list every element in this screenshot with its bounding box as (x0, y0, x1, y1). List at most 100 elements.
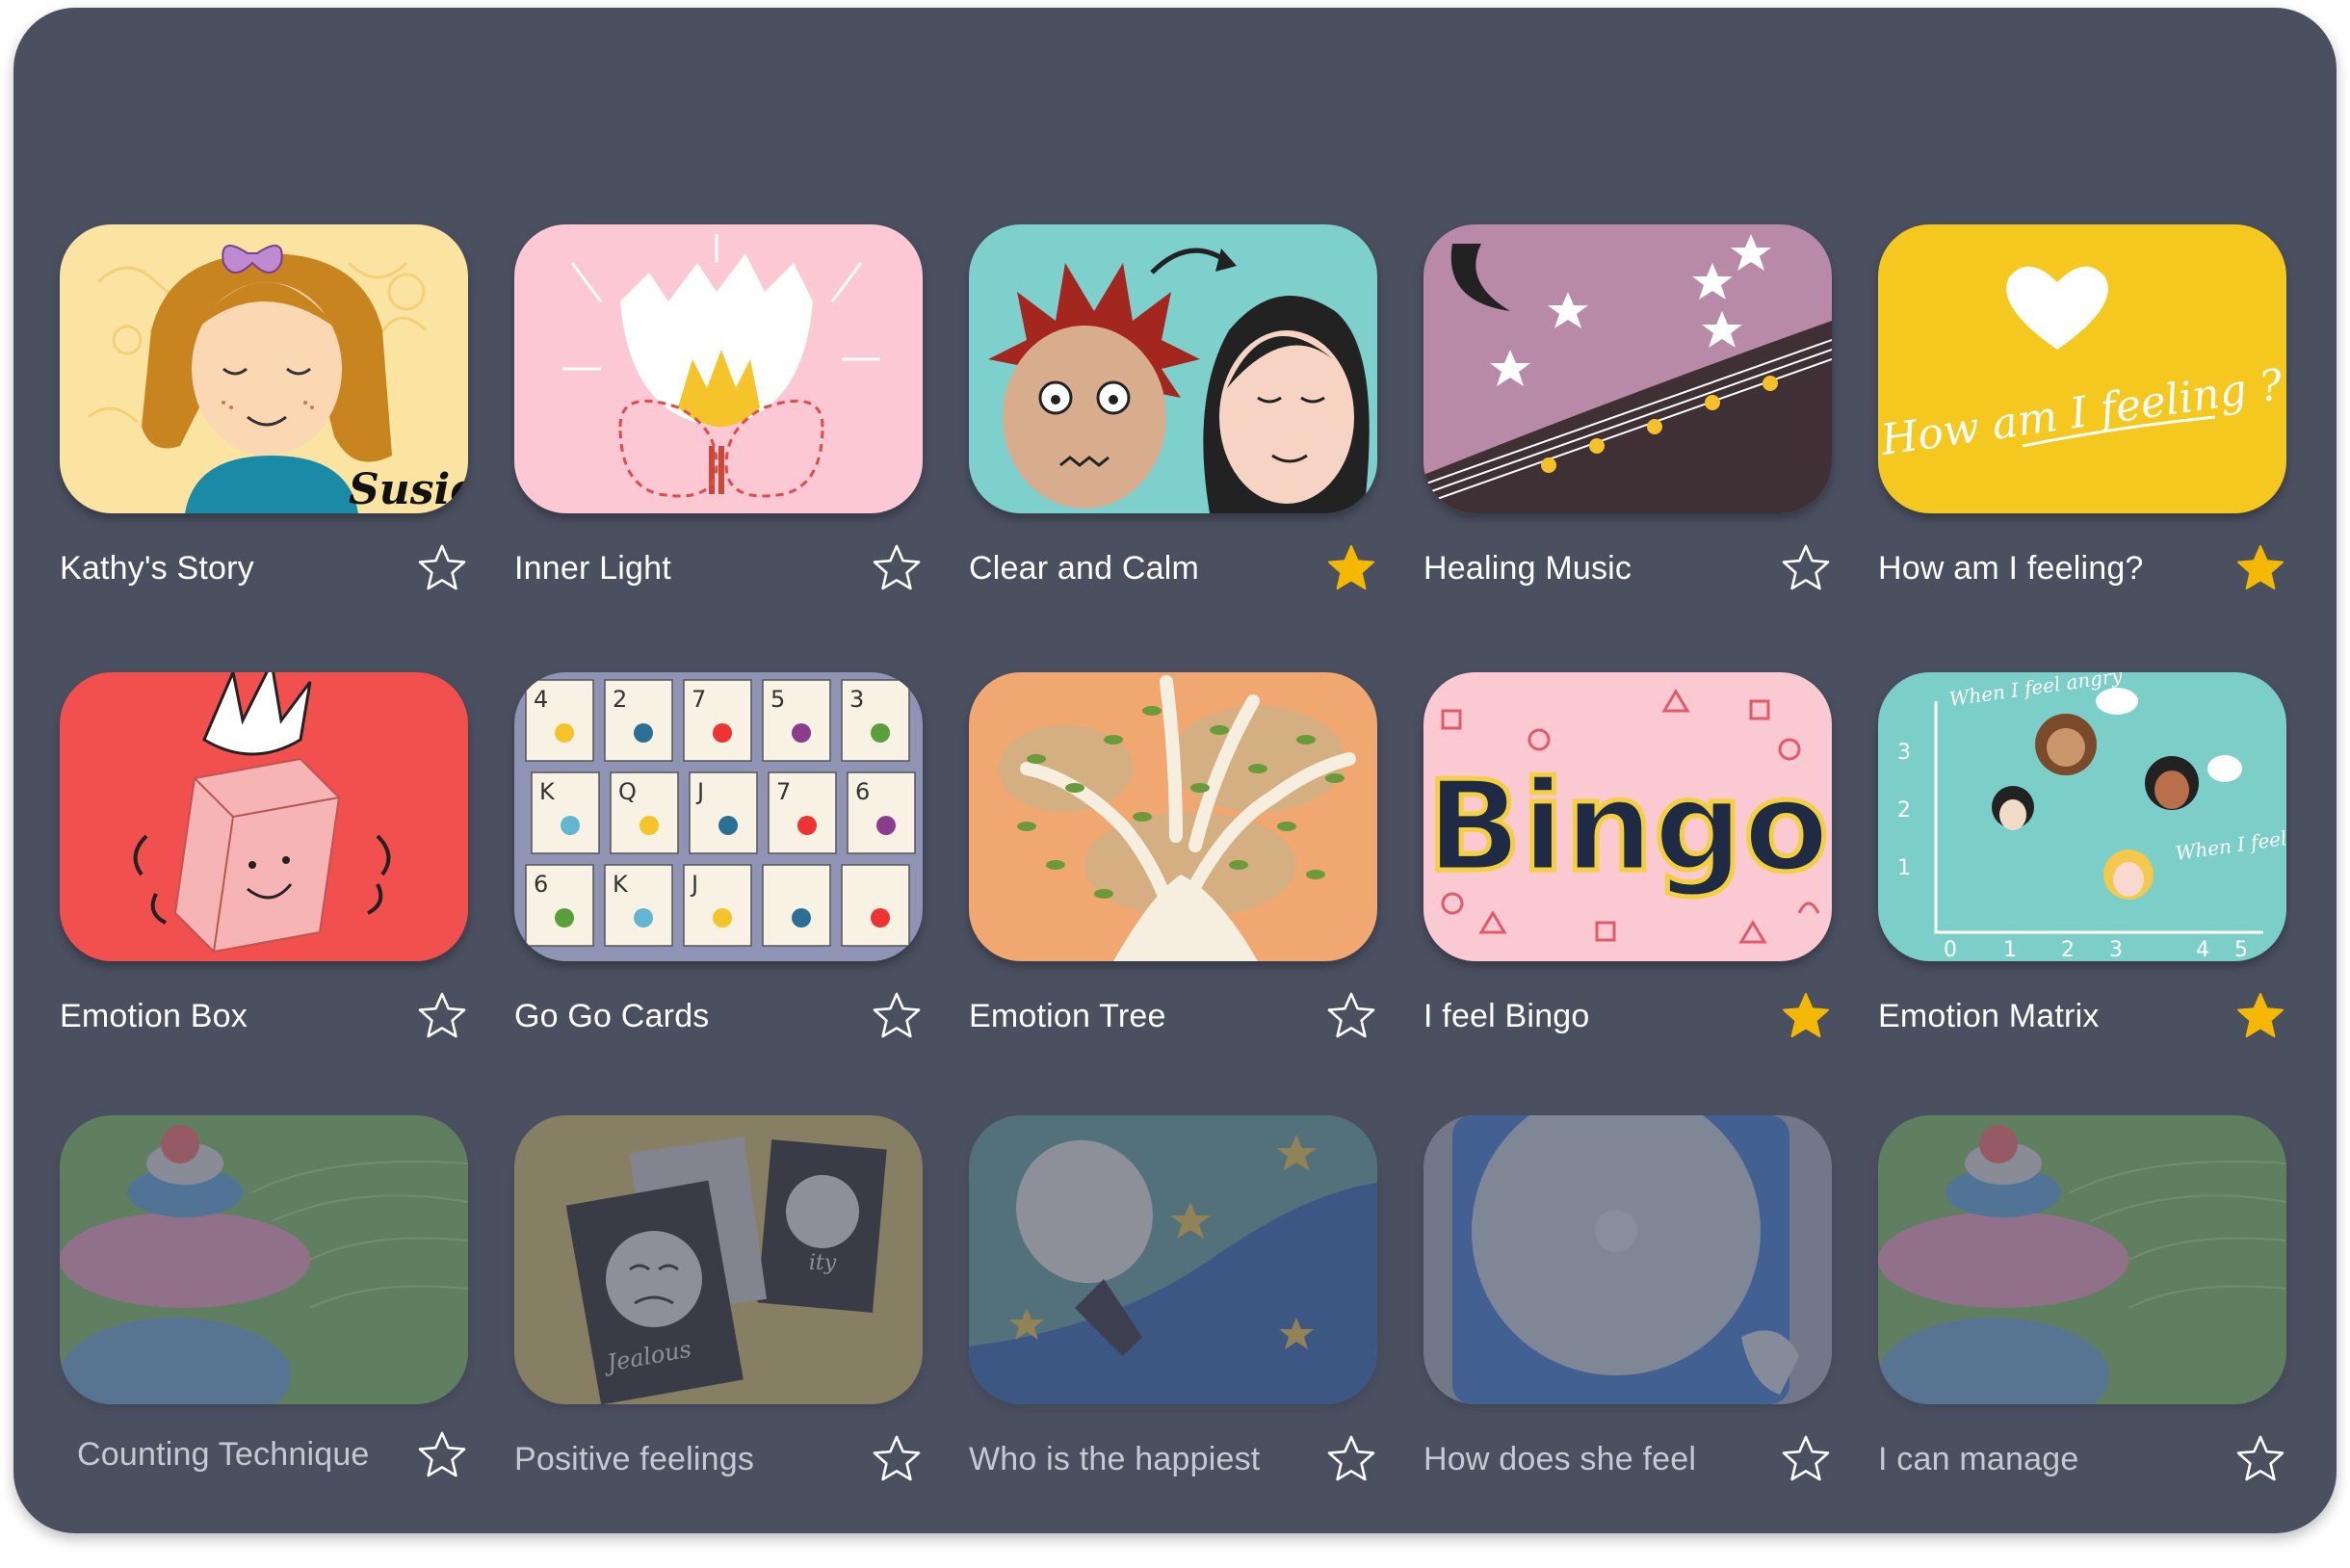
thumbnail-emotion-box[interactable] (60, 672, 468, 961)
card-title: Clear and Calm (969, 550, 1200, 587)
card-title: Who is the happiest (969, 1441, 1261, 1477)
playing-card-rank: 3 (849, 686, 864, 713)
thumbnail-i-feel-bingo[interactable]: Bingo (1423, 672, 1832, 961)
matrix-tick: 2 (1897, 798, 1911, 823)
card-kathys-story[interactable]: Susie Kathy's Story (60, 224, 468, 677)
card-how-does-she-feel[interactable]: How does she feel (1423, 1115, 1832, 1568)
favorite-star-icon[interactable] (416, 542, 468, 594)
card-how-am-i-feeling[interactable]: How am I feeling ? How am I feeling? (1878, 224, 2286, 677)
matrix-tick: 1 (1897, 856, 1911, 880)
card-title: Go Go Cards (514, 998, 710, 1034)
card-positive-feelings[interactable]: ity Jealous Positive feelings (514, 1115, 923, 1568)
playing-card-emblem (555, 723, 574, 743)
favorite-star-icon[interactable] (1325, 1433, 1377, 1485)
card-title: I can manage (1878, 1441, 2079, 1477)
card-go-go-cards[interactable]: 4 2 7 5 3 K Q J 7 6 6 K J Go Go Cards (514, 672, 923, 1125)
card-title: Emotion Box (60, 998, 248, 1034)
playing-card-emblem (718, 816, 738, 835)
card-who-is-the-happiest[interactable]: Who is the happiest (969, 1115, 1377, 1568)
thumbnail-i-can-manage[interactable] (1878, 1115, 2286, 1404)
playing-card-rank: K (539, 778, 556, 805)
playing-card-emblem (634, 908, 653, 928)
favorite-star-icon[interactable] (1780, 1433, 1832, 1485)
playing-card-rank: 5 (770, 686, 785, 713)
playing-card-emblem (561, 816, 580, 835)
playing-card-rank: 6 (855, 778, 870, 805)
card-inner-light[interactable]: Inner Light (514, 224, 923, 677)
card-emotion-tree[interactable]: Emotion Tree (969, 672, 1377, 1125)
playing-card-emblem (792, 723, 811, 743)
favorite-star-icon[interactable] (871, 1433, 923, 1485)
playing-card-emblem (713, 723, 732, 743)
playing-card-emblem (792, 908, 811, 928)
favorite-star-icon[interactable] (871, 990, 923, 1042)
playing-card-rank: K (613, 871, 629, 898)
favorite-star-icon[interactable] (1780, 542, 1832, 594)
card-title: How does she feel (1423, 1441, 1697, 1477)
susie-signature: Susie (349, 465, 468, 513)
card-title: Healing Music (1423, 550, 1632, 587)
favorite-star-icon[interactable] (871, 542, 923, 594)
matrix-tick: 3 (2109, 938, 2123, 961)
thumbnail-inner-light[interactable] (514, 224, 923, 513)
thumbnail-healing-music[interactable] (1423, 224, 1832, 513)
card-title: I feel Bingo (1423, 998, 1590, 1034)
playing-card-shape (762, 864, 831, 947)
playing-card-shape (841, 864, 910, 947)
matrix-tick: 0 (1944, 938, 1957, 961)
playing-card-rank: 7 (776, 778, 791, 805)
playing-card-emblem (634, 723, 653, 743)
thumbnail-positive-feelings[interactable]: ity Jealous (514, 1115, 923, 1404)
playing-card-rank: J (690, 871, 698, 898)
playing-card-rank: 6 (534, 871, 548, 898)
card-emotion-box[interactable]: Emotion Box (60, 672, 468, 1125)
thumbnail-clear-and-calm[interactable] (969, 224, 1377, 513)
playing-card-rank: Q (618, 778, 637, 805)
thumbnail-kathys-story[interactable]: Susie (60, 224, 468, 513)
favorite-star-icon[interactable] (1325, 990, 1377, 1042)
playing-card-rank: 2 (613, 686, 627, 713)
playing-card-emblem (640, 816, 659, 835)
playing-card-emblem (876, 816, 896, 835)
thumbnail-how-does-she-feel[interactable] (1423, 1115, 1832, 1404)
matrix-tick: 3 (1897, 741, 1911, 765)
matrix-tick: 4 (2196, 938, 2209, 961)
favorite-star-icon[interactable] (1325, 542, 1377, 594)
card-healing-music[interactable]: Healing Music (1423, 224, 1832, 677)
card-clear-and-calm[interactable]: Clear and Calm (969, 224, 1377, 677)
card-title: Positive feelings (514, 1441, 755, 1477)
playing-card-rank: 7 (692, 686, 706, 713)
card-i-can-manage[interactable]: I can manage (1878, 1115, 2286, 1568)
favorite-star-icon[interactable] (1780, 990, 1832, 1042)
playing-card-emblem (797, 816, 817, 835)
card-emotion-matrix[interactable]: 3 2 1 0 1 2 3 4 5 When I feel angry When… (1878, 672, 2286, 1125)
thumbnail-emotion-matrix[interactable]: 3 2 1 0 1 2 3 4 5 When I feel angry When… (1878, 672, 2286, 961)
playing-card-emblem (871, 908, 890, 928)
card-title: Kathy's Story (60, 550, 254, 587)
matrix-tick: 1 (2003, 938, 2017, 961)
playing-card-emblem (871, 723, 890, 743)
favorite-star-icon[interactable] (416, 990, 468, 1042)
card-title: Inner Light (514, 550, 671, 587)
thumbnail-emotion-tree[interactable] (969, 672, 1377, 961)
activity-panel: Susie Kathy's Story Inner Light Clear an… (13, 8, 2337, 1533)
card-title: How am I feeling? (1878, 550, 2144, 587)
playing-card-emblem (713, 908, 732, 928)
card-counting-technique[interactable]: Counting Technique (60, 1115, 468, 1568)
favorite-star-icon[interactable] (2234, 990, 2286, 1042)
card-title: Emotion Tree (969, 998, 1166, 1034)
favorite-star-icon[interactable] (2234, 542, 2286, 594)
favorite-star-icon[interactable] (2234, 1433, 2286, 1485)
bingo-lettering: Bingo (1426, 753, 1830, 900)
thumbnail-counting-technique[interactable] (60, 1115, 468, 1404)
card-title: Counting Technique (77, 1436, 370, 1473)
thumbnail-who-is-the-happiest[interactable] (969, 1115, 1377, 1404)
card-i-feel-bingo[interactable]: Bingo I feel Bingo (1423, 672, 1832, 1125)
playing-card-rank: J (695, 778, 704, 805)
thumbnail-go-go-cards[interactable]: 4 2 7 5 3 K Q J 7 6 6 K J (514, 672, 923, 961)
gratitude-card-text: ity (809, 1251, 837, 1275)
matrix-tick: 2 (2061, 938, 2075, 961)
favorite-star-icon[interactable] (416, 1429, 468, 1481)
thumbnail-how-am-i-feeling[interactable]: How am I feeling ? (1878, 224, 2286, 513)
playing-card-emblem (555, 908, 574, 928)
